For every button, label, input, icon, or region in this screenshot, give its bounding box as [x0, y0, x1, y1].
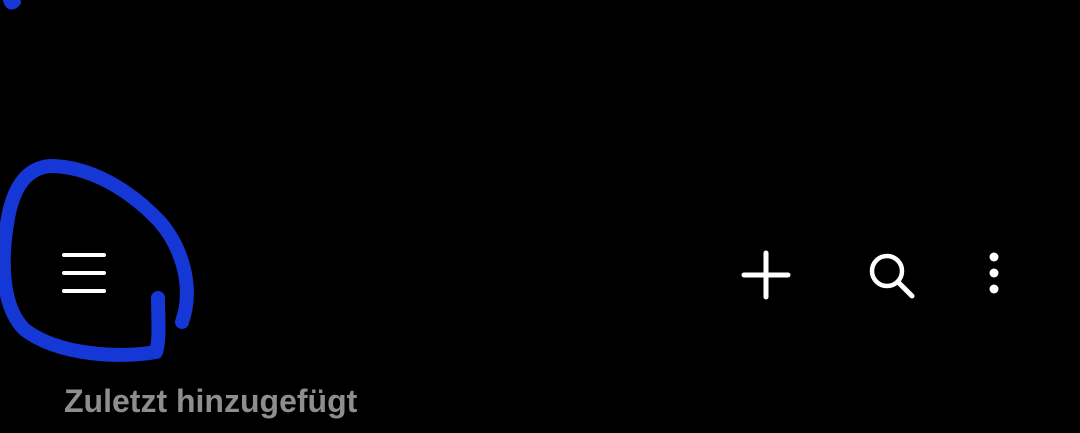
hamburger-menu-icon[interactable] [54, 245, 114, 301]
hand-drawn-circle-annotation [0, 0, 194, 362]
plus-icon [741, 250, 791, 300]
hamburger-menu-icon-graphic [62, 253, 106, 293]
app-toolbar [0, 230, 1080, 320]
section-title: Zuletzt hinzugefügt [64, 383, 358, 419]
search-icon [869, 253, 915, 299]
more-options-button[interactable] [976, 245, 1012, 305]
search-button[interactable] [860, 245, 922, 305]
add-button[interactable] [733, 245, 799, 305]
more-vertical-icon [989, 252, 999, 294]
